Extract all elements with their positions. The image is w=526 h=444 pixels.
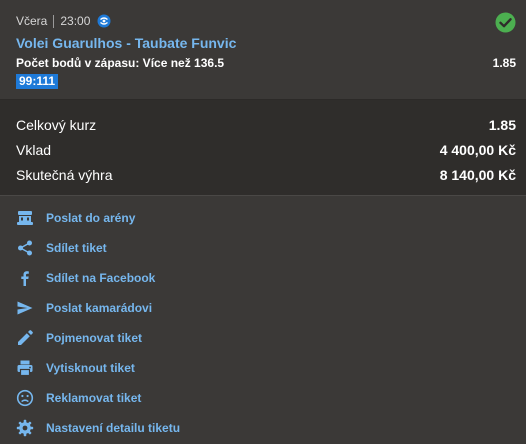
action-label: Vytisknout tiket bbox=[46, 361, 135, 375]
action-print-ticket[interactable]: Vytisknout tiket bbox=[16, 357, 135, 379]
action-share-facebook[interactable]: Sdílet na Facebook bbox=[16, 267, 155, 289]
action-ticket-settings[interactable]: Nastavení detailu tiketu bbox=[16, 417, 180, 439]
win-row: Skutečná výhra 8 140,00 Kč bbox=[16, 167, 516, 183]
win-value: 8 140,00 Kč bbox=[439, 167, 516, 183]
action-send-to-friend[interactable]: Poslat kamarádovi bbox=[16, 297, 152, 319]
action-label: Poslat do arény bbox=[46, 211, 136, 225]
action-rename-ticket[interactable]: Pojmenovat tiket bbox=[16, 327, 142, 349]
send-icon bbox=[16, 299, 34, 317]
action-label: Reklamovat tiket bbox=[46, 391, 142, 405]
arena-icon bbox=[16, 209, 34, 227]
bet-day: Včera bbox=[16, 14, 48, 28]
live-stream-icon[interactable] bbox=[97, 14, 111, 28]
action-share-ticket[interactable]: Sdílet tiket bbox=[16, 237, 107, 259]
ticket-summary: Celkový kurz 1.85 Vklad 4 400,00 Kč Skut… bbox=[0, 100, 526, 196]
meta-divider bbox=[53, 14, 55, 28]
action-send-to-arena[interactable]: Poslat do arény bbox=[16, 207, 135, 229]
stake-value: 4 400,00 Kč bbox=[439, 142, 516, 158]
action-label: Nastavení detailu tiketu bbox=[46, 421, 181, 435]
check-circle-icon bbox=[495, 12, 516, 33]
pencil-icon bbox=[16, 329, 34, 347]
stake-row: Vklad 4 400,00 Kč bbox=[16, 142, 516, 158]
printer-icon bbox=[16, 359, 34, 377]
bet-meta: Včera 23:00 bbox=[16, 14, 111, 28]
total-odds-value: 1.85 bbox=[488, 117, 516, 133]
action-claim-ticket[interactable]: Reklamovat tiket bbox=[16, 387, 141, 409]
score-badge: 99:111 bbox=[16, 74, 59, 89]
win-label: Skutečná výhra bbox=[16, 167, 113, 183]
share-icon bbox=[16, 239, 34, 257]
action-label: Pojmenovat tiket bbox=[46, 331, 143, 345]
stake-label: Vklad bbox=[16, 142, 52, 158]
action-label: Sdílet na Facebook bbox=[46, 271, 156, 285]
event-link[interactable]: Volei Guarulhos - Taubate Funvic bbox=[16, 35, 236, 51]
gear-icon bbox=[16, 419, 34, 437]
facebook-icon bbox=[16, 269, 34, 287]
total-odds-row: Celkový kurz 1.85 bbox=[16, 117, 516, 133]
bet-time: 23:00 bbox=[60, 14, 91, 28]
bet-odds: 1.85 bbox=[492, 56, 516, 70]
total-odds-label: Celkový kurz bbox=[16, 117, 97, 133]
bet-card: Včera 23:00 Volei Guarulhos - Taubate Fu… bbox=[0, 0, 526, 100]
action-label: Poslat kamarádovi bbox=[46, 301, 153, 315]
ticket-actions: Poslat do arény Sdílet tiket Sdílet na F… bbox=[0, 196, 526, 444]
action-label: Sdílet tiket bbox=[46, 241, 107, 255]
sad-face-icon bbox=[16, 389, 34, 407]
market-label: Počet bodů v zápasu: Více než 136.5 bbox=[16, 56, 225, 70]
